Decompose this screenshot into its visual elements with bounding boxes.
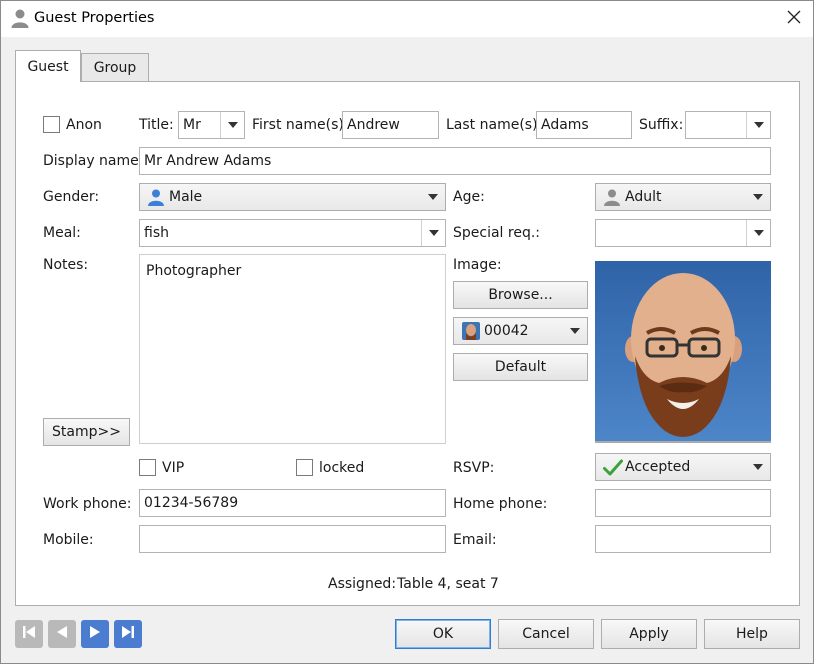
special-req-label: Special req.: bbox=[453, 225, 541, 241]
chevron-down-icon bbox=[746, 184, 770, 210]
anon-label: Anon bbox=[66, 117, 102, 133]
guest-photo bbox=[595, 261, 771, 443]
skip-last-icon bbox=[120, 624, 136, 644]
notes-textarea[interactable]: Photographer bbox=[139, 254, 446, 444]
last-name-field[interactable]: Adams bbox=[536, 111, 632, 139]
window-title: Guest Properties bbox=[34, 10, 155, 26]
suffix-label: Suffix: bbox=[639, 117, 684, 133]
apply-label: Apply bbox=[629, 626, 669, 642]
close-button[interactable] bbox=[779, 4, 809, 34]
chevron-down-icon bbox=[220, 112, 244, 138]
cancel-button[interactable]: Cancel bbox=[498, 619, 594, 649]
stamp-button[interactable]: Stamp>> bbox=[43, 418, 130, 446]
help-button[interactable]: Help bbox=[704, 619, 800, 649]
title-label: Title: bbox=[139, 117, 174, 133]
image-thumbnail bbox=[462, 322, 480, 340]
chevron-down-icon bbox=[746, 220, 770, 246]
browse-label: Browse... bbox=[488, 287, 553, 303]
previous-record-button[interactable] bbox=[48, 620, 76, 648]
work-phone-field[interactable]: 01234-56789 bbox=[139, 489, 446, 517]
male-person-icon bbox=[147, 188, 165, 210]
locked-checkbox[interactable] bbox=[296, 459, 313, 476]
stamp-label: Stamp>> bbox=[52, 424, 121, 440]
title-combo[interactable]: Mr bbox=[178, 111, 245, 139]
mobile-label: Mobile: bbox=[43, 532, 94, 548]
tab-group[interactable]: Group bbox=[81, 53, 149, 82]
skip-first-icon bbox=[21, 624, 37, 644]
rsvp-label: RSVP: bbox=[453, 460, 495, 476]
image-label: Image: bbox=[453, 257, 502, 273]
first-record-button[interactable] bbox=[15, 620, 43, 648]
default-image-button[interactable]: Default bbox=[453, 353, 588, 381]
assigned-label: Assigned: bbox=[328, 576, 397, 592]
ok-button[interactable]: OK bbox=[395, 619, 491, 649]
gender-value: Male bbox=[169, 189, 203, 205]
work-phone-label: Work phone: bbox=[43, 496, 132, 512]
gender-combo[interactable]: Male bbox=[139, 183, 446, 211]
email-field[interactable] bbox=[595, 525, 771, 553]
display-name-field[interactable]: Mr Andrew Adams bbox=[139, 147, 771, 175]
person-icon bbox=[10, 8, 30, 28]
rsvp-combo[interactable]: Accepted bbox=[595, 453, 771, 481]
checkmark-icon bbox=[603, 459, 623, 480]
notes-value: Photographer bbox=[146, 263, 242, 279]
browse-button[interactable]: Browse... bbox=[453, 281, 588, 309]
home-phone-field[interactable] bbox=[595, 489, 771, 517]
locked-label: locked bbox=[319, 460, 365, 476]
vip-label: VIP bbox=[162, 460, 185, 476]
chevron-down-icon bbox=[421, 184, 445, 210]
help-label: Help bbox=[736, 626, 768, 642]
last-record-button[interactable] bbox=[114, 620, 142, 648]
play-right-icon bbox=[87, 624, 103, 644]
gender-label: Gender: bbox=[43, 189, 100, 205]
tab-guest[interactable]: Guest bbox=[15, 50, 81, 82]
title-value: Mr bbox=[183, 117, 201, 133]
next-record-button[interactable] bbox=[81, 620, 109, 648]
default-label: Default bbox=[494, 359, 547, 375]
close-icon bbox=[787, 10, 801, 28]
title-bar: Guest Properties bbox=[1, 1, 813, 37]
home-phone-label: Home phone: bbox=[453, 496, 548, 512]
chevron-down-icon bbox=[421, 220, 445, 246]
guest-properties-dialog: Guest Properties Guest Group Anon Title:… bbox=[0, 0, 814, 664]
special-req-combo[interactable] bbox=[595, 219, 771, 247]
age-combo[interactable]: Adult bbox=[595, 183, 771, 211]
suffix-combo[interactable] bbox=[685, 111, 771, 139]
chevron-down-icon bbox=[746, 454, 770, 480]
anon-checkbox[interactable] bbox=[43, 116, 60, 133]
assigned-value: Table 4, seat 7 bbox=[397, 576, 499, 592]
first-name-field[interactable]: Andrew bbox=[342, 111, 439, 139]
person-icon bbox=[603, 188, 621, 210]
chevron-down-icon bbox=[563, 318, 587, 344]
first-name-label: First name(s): bbox=[252, 117, 349, 133]
vip-checkbox[interactable] bbox=[139, 459, 156, 476]
notes-label: Notes: bbox=[43, 257, 89, 273]
play-left-icon bbox=[54, 624, 70, 644]
meal-label: Meal: bbox=[43, 225, 81, 241]
display-name-label: Display name: bbox=[43, 153, 144, 169]
meal-value: fish bbox=[144, 225, 169, 241]
last-name-label: Last name(s): bbox=[446, 117, 543, 133]
meal-combo[interactable]: fish bbox=[139, 219, 446, 247]
email-label: Email: bbox=[453, 532, 497, 548]
mobile-field[interactable] bbox=[139, 525, 446, 553]
ok-label: OK bbox=[432, 626, 454, 642]
chevron-down-icon bbox=[746, 112, 770, 138]
age-label: Age: bbox=[453, 189, 485, 205]
apply-button[interactable]: Apply bbox=[601, 619, 697, 649]
tab-label: Guest bbox=[27, 58, 69, 75]
image-select-combo[interactable]: 00042 bbox=[453, 317, 588, 345]
cancel-label: Cancel bbox=[522, 626, 570, 642]
tab-label: Group bbox=[93, 60, 137, 76]
